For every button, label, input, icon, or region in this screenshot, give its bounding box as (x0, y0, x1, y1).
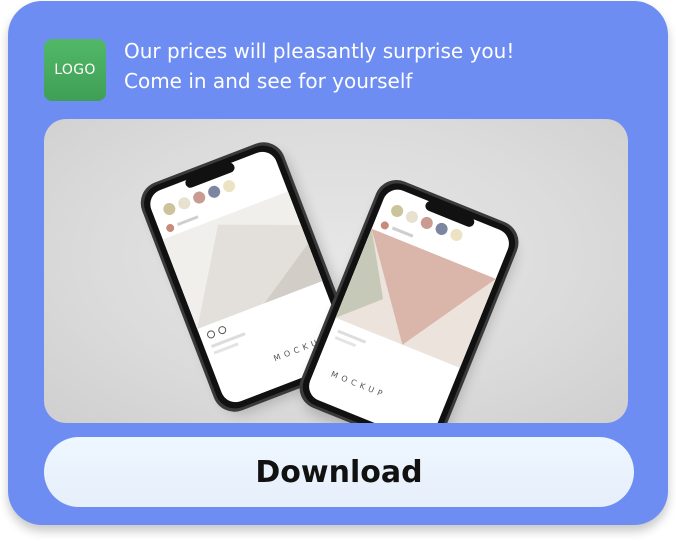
download-button[interactable]: Download (44, 437, 634, 507)
headline-line-2: Come in and see for yourself (124, 69, 413, 93)
promo-card: LOGO Our prices will pleasantly surprise… (8, 1, 668, 525)
logo-label: LOGO (54, 62, 96, 78)
logo: LOGO (44, 39, 106, 101)
headline-line-1: Our prices will pleasantly surprise you! (124, 39, 515, 63)
phone-mockup-image: MOCKUP MOCKUP (44, 119, 628, 423)
phone-mockup-illustration: MOCKUP MOCKUP (140, 142, 519, 423)
download-button-label: Download (255, 454, 423, 490)
headline: Our prices will pleasantly surprise you!… (124, 36, 644, 96)
